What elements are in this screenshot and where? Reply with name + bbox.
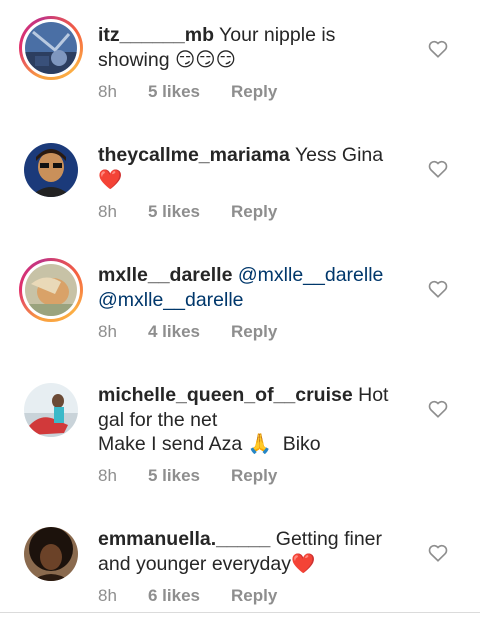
- comment-body: Yess Gina: [289, 144, 384, 166]
- comment-time: 8h: [98, 202, 117, 221]
- avatar: [25, 264, 77, 316]
- comment-time: 8h: [98, 586, 117, 605]
- comment-username[interactable]: emmanuella._____: [98, 528, 270, 550]
- comment-meta: 8h 6 likes Reply: [98, 586, 277, 606]
- avatar[interactable]: [24, 527, 78, 581]
- avatar[interactable]: [24, 383, 78, 437]
- emoji: ❤️: [290, 551, 316, 575]
- mention-link[interactable]: @mxlle__darelle: [238, 264, 384, 286]
- reply-button[interactable]: Reply: [231, 586, 277, 606]
- comment-time: 8h: [98, 322, 117, 341]
- heart-outline-icon[interactable]: [428, 160, 448, 178]
- comment-likes[interactable]: 6 likes: [148, 586, 231, 606]
- avatar-story-ring[interactable]: [19, 258, 83, 322]
- avatar[interactable]: [24, 143, 78, 197]
- comment-username[interactable]: theycallme_mariama: [98, 144, 290, 166]
- reply-button[interactable]: Reply: [231, 322, 277, 342]
- emoji: 🙏: [247, 432, 272, 455]
- comment-text: mxlle__darelle @mxlle__darelle @mxlle__d…: [98, 263, 408, 312]
- reply-button[interactable]: Reply: [231, 466, 277, 486]
- comment-username[interactable]: mxlle__darelle: [98, 264, 232, 286]
- reply-button[interactable]: Reply: [231, 202, 277, 222]
- comment-text: michelle_queen_of__cruise Hot gal for th…: [98, 383, 408, 457]
- heart-outline-icon[interactable]: [428, 40, 448, 58]
- divider: [0, 612, 480, 613]
- heart-outline-icon[interactable]: [428, 280, 448, 298]
- reply-button[interactable]: Reply: [231, 82, 277, 102]
- heart-outline-icon[interactable]: [428, 544, 448, 562]
- comment-likes[interactable]: 4 likes: [148, 322, 231, 342]
- comment-username[interactable]: itz______mb: [98, 24, 214, 46]
- comment-body-line2-end: Biko: [271, 433, 321, 455]
- comment-time: 8h: [98, 82, 117, 101]
- comment-likes[interactable]: 5 likes: [148, 466, 231, 486]
- comment-meta: 8h 5 likes Reply: [98, 466, 277, 486]
- heart-outline-icon[interactable]: [428, 400, 448, 418]
- avatar: [25, 22, 77, 74]
- comment-meta: 8h 4 likes Reply: [98, 322, 277, 342]
- avatar-story-ring[interactable]: [19, 16, 83, 80]
- emoji: ❤️: [98, 167, 123, 191]
- comment-text: itz______mb Your nipple is showing 😏😏😏: [98, 23, 408, 72]
- mention-link[interactable]: @mxlle__darelle: [98, 289, 244, 311]
- comment-likes[interactable]: 5 likes: [148, 202, 231, 222]
- comment-meta: 8h 5 likes Reply: [98, 82, 277, 102]
- comment-time: 8h: [98, 466, 117, 485]
- comment-meta: 8h 5 likes Reply: [98, 202, 277, 222]
- comment-body-line2: Make I send Aza: [98, 433, 248, 455]
- comment-text: emmanuella._____ Getting finer and young…: [98, 527, 408, 576]
- comment-likes[interactable]: 5 likes: [148, 82, 231, 102]
- comment-text: theycallme_mariama Yess Gina ❤️: [98, 143, 408, 192]
- comment-username[interactable]: michelle_queen_of__cruise: [98, 384, 353, 406]
- emoji: 😏😏😏: [174, 47, 236, 71]
